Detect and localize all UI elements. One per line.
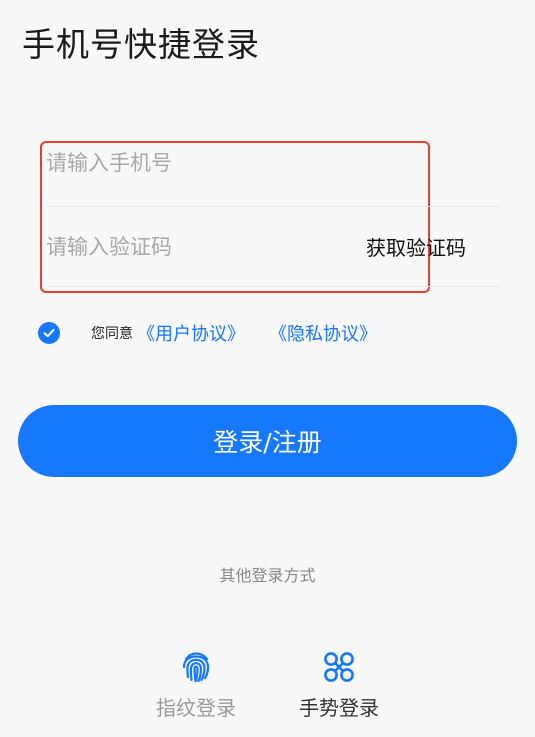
agreement-prefix: 您同意 (91, 326, 133, 342)
login-register-button[interactable]: 登录/注册 (18, 405, 517, 477)
privacy-agreement-link[interactable]: 《隐私协议》 (269, 320, 377, 346)
page-title: 手机号快捷登录 (22, 25, 260, 64)
fingerprint-login-button[interactable]: 指纹登录 (141, 650, 251, 721)
verification-code-input[interactable] (46, 232, 306, 262)
code-row: 获取验证码 (46, 208, 500, 287)
checkmark-icon (43, 328, 55, 338)
phone-input[interactable] (46, 148, 346, 178)
user-agreement-link[interactable]: 《用户协议》 (137, 320, 245, 346)
get-code-button[interactable]: 获取验证码 (366, 232, 466, 261)
agreement-row: 您同意 《用户协议》 《隐私协议》 (38, 320, 377, 346)
phone-row (46, 142, 500, 207)
agreement-checkbox[interactable] (38, 322, 60, 344)
fingerprint-login-label: 指纹登录 (156, 696, 236, 720)
fingerprint-icon (182, 652, 210, 683)
gesture-login-label: 手势登录 (299, 696, 379, 720)
gesture-login-button[interactable]: 手势登录 (284, 650, 394, 721)
other-login-label: 其他登录方式 (219, 566, 316, 585)
gesture-icon (324, 652, 354, 682)
